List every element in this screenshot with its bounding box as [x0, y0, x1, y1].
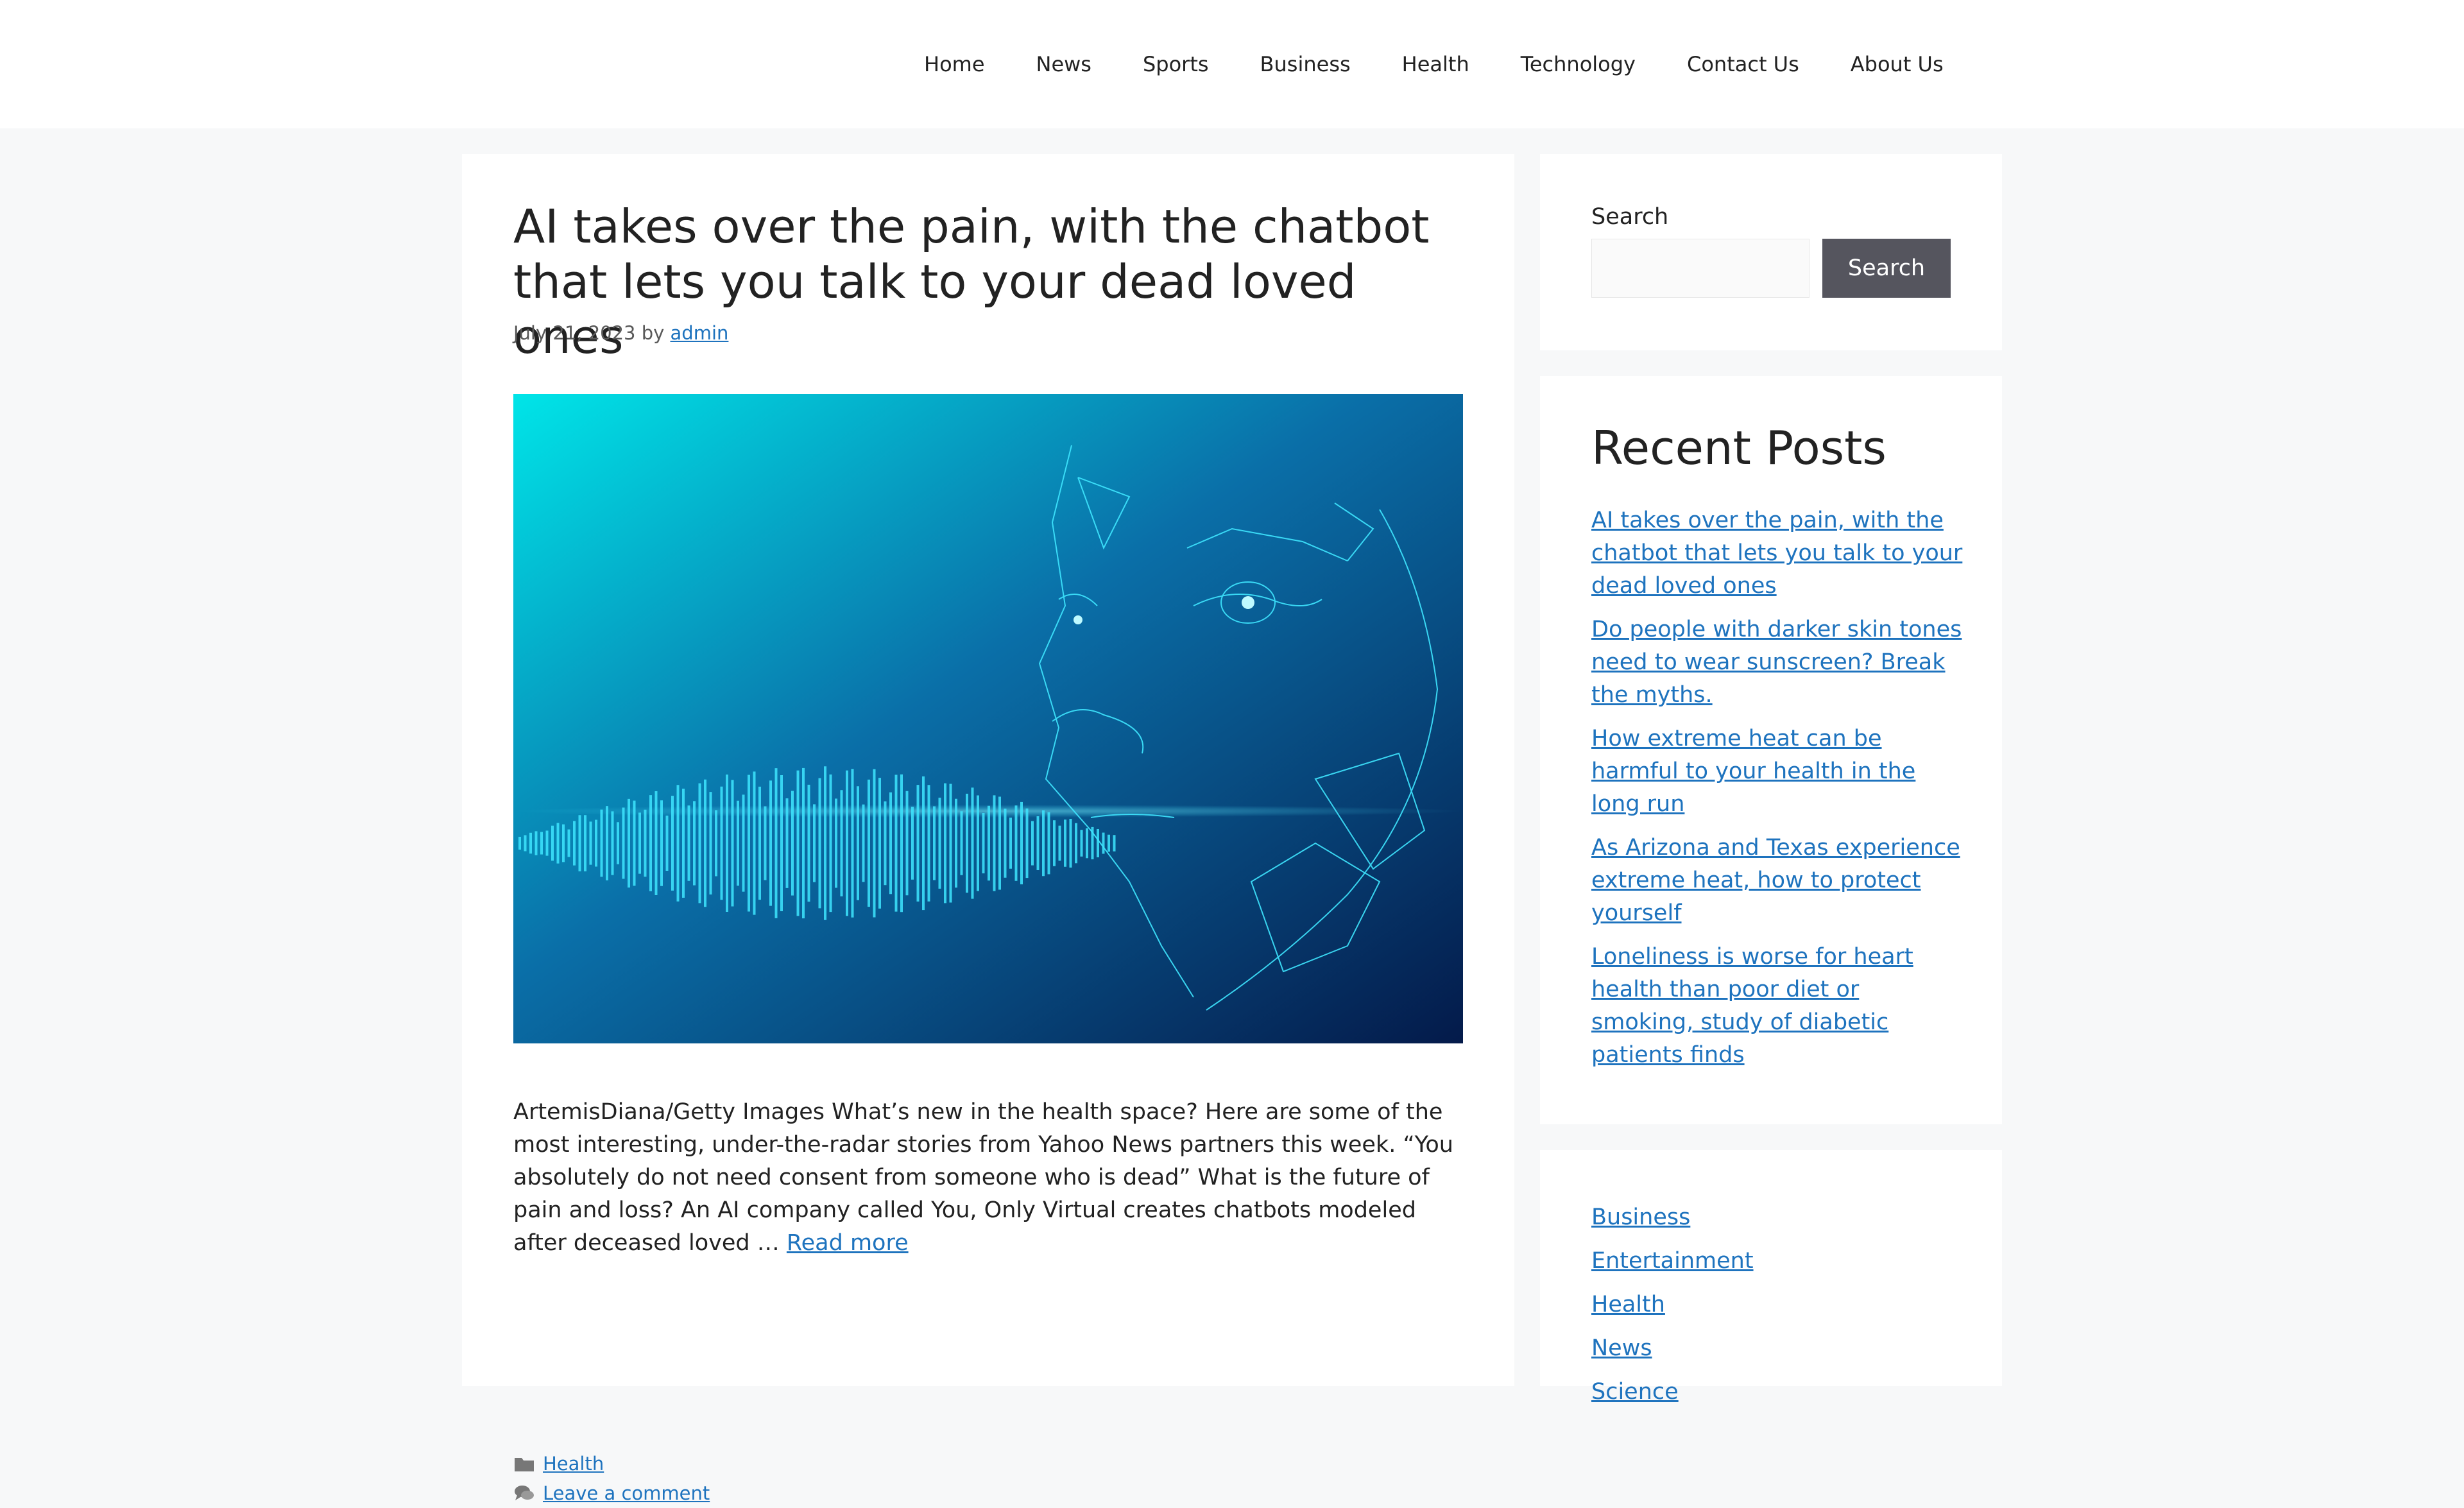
- featured-image[interactable]: [513, 394, 1463, 1043]
- categories-list: Business Entertainment Health News Scien…: [1591, 1201, 1754, 1419]
- byline-label: by: [641, 322, 665, 344]
- category-business-link[interactable]: Business: [1591, 1204, 1690, 1230]
- category-row: Health: [513, 1449, 710, 1478]
- nav-item-business[interactable]: Business: [1235, 0, 1376, 128]
- list-item: Loneliness is worse for heart health tha…: [1591, 941, 1964, 1072]
- category-science-link[interactable]: Science: [1591, 1379, 1679, 1405]
- leave-comment-link[interactable]: Leave a comment: [543, 1478, 710, 1508]
- nav-item-technology[interactable]: Technology: [1495, 0, 1661, 128]
- comment-row: Leave a comment: [513, 1478, 710, 1508]
- nav-item-home[interactable]: Home: [898, 0, 1011, 128]
- search-button[interactable]: Search: [1822, 239, 1951, 298]
- list-item: Entertainment: [1591, 1245, 1754, 1278]
- list-item: Do people with darker skin tones need to…: [1591, 613, 1964, 712]
- nav-item-news[interactable]: News: [1011, 0, 1117, 128]
- list-item: How extreme heat can be harmful to your …: [1591, 723, 1964, 821]
- recent-posts-list: AI takes over the pain, with the chatbot…: [1591, 504, 1964, 1083]
- category-news-link[interactable]: News: [1591, 1335, 1652, 1361]
- list-item: Science: [1591, 1376, 1754, 1409]
- nav-item-about-us[interactable]: About Us: [1825, 0, 1969, 128]
- list-item: News: [1591, 1332, 1754, 1365]
- list-item: AI takes over the pain, with the chatbot…: [1591, 504, 1964, 603]
- author-link[interactable]: admin: [671, 322, 729, 344]
- nav-item-health[interactable]: Health: [1376, 0, 1495, 128]
- recent-posts-title: Recent Posts: [1591, 421, 1887, 475]
- category-health-link[interactable]: Health: [1591, 1292, 1665, 1317]
- category-entertainment-link[interactable]: Entertainment: [1591, 1248, 1754, 1274]
- article-card: AI takes over the pain, with the chatbot…: [462, 154, 1514, 1504]
- search-label: Search: [1591, 204, 1669, 230]
- list-item: As Arizona and Texas experience extreme …: [1591, 832, 1964, 930]
- nav-item-contact-us[interactable]: Contact Us: [1661, 0, 1825, 128]
- category-link[interactable]: Health: [543, 1449, 604, 1478]
- post-date: July 21, 2023: [513, 322, 636, 344]
- main-navigation: Home News Sports Business Health Technol…: [898, 0, 1969, 128]
- recent-post-link[interactable]: Loneliness is worse for heart health tha…: [1591, 944, 1913, 1068]
- comments-icon: [515, 1486, 534, 1500]
- article-meta: July 21, 2023 by admin: [513, 322, 728, 344]
- folder-icon: [515, 1458, 534, 1471]
- recent-post-link[interactable]: How extreme heat can be harmful to your …: [1591, 726, 1915, 817]
- article-footer: Health Leave a comment: [513, 1449, 710, 1508]
- search-input[interactable]: [1591, 239, 1810, 298]
- search-widget: Search Search: [1540, 154, 2002, 350]
- article-excerpt: ArtemisDiana/Getty Images What’s new in …: [513, 1096, 1476, 1260]
- list-item: Health: [1591, 1289, 1754, 1321]
- site-header: Home News Sports Business Health Technol…: [0, 0, 2464, 128]
- excerpt-text: ArtemisDiana/Getty Images What’s new in …: [513, 1099, 1453, 1256]
- recent-post-link[interactable]: Do people with darker skin tones need to…: [1591, 617, 1962, 708]
- read-more-link[interactable]: Read more: [787, 1230, 909, 1256]
- recent-posts-widget: Recent Posts AI takes over the pain, wit…: [1540, 376, 2002, 1124]
- nav-item-sports[interactable]: Sports: [1117, 0, 1235, 128]
- recent-post-link[interactable]: As Arizona and Texas experience extreme …: [1591, 835, 1960, 926]
- categories-widget: Business Entertainment Health News Scien…: [1540, 1150, 2002, 1405]
- recent-post-link[interactable]: AI takes over the pain, with the chatbot…: [1591, 508, 1962, 599]
- list-item: Business: [1591, 1201, 1754, 1234]
